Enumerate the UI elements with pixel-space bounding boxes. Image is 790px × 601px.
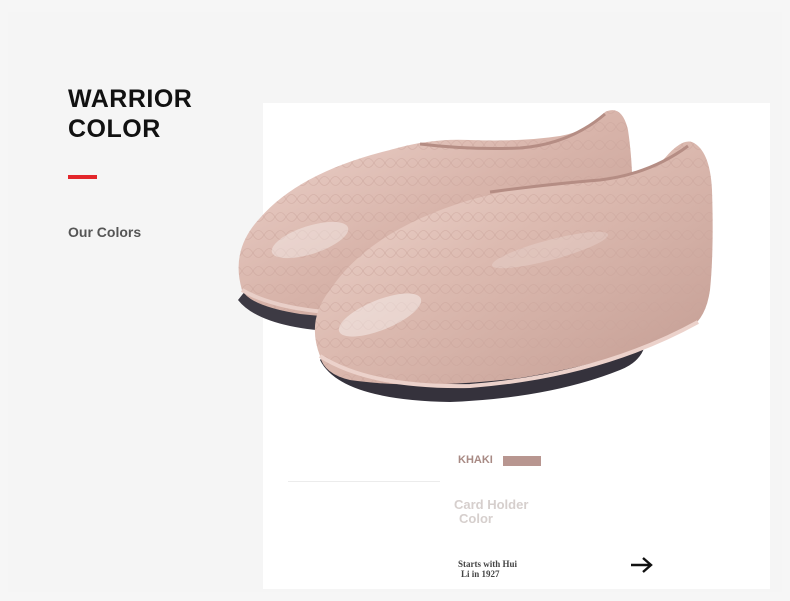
accent-divider [68, 175, 97, 179]
card-caption-line-1: Starts with Hui [458, 559, 518, 569]
card-heading-line-1: Card Holder [454, 497, 529, 512]
product-shoe-image [238, 110, 713, 402]
card-divider [288, 481, 440, 482]
card-heading: Card Holder Color [454, 498, 528, 526]
arrow-right-icon[interactable] [629, 556, 655, 574]
card-heading-line-2: Color [459, 511, 493, 526]
color-swatch[interactable] [503, 456, 541, 466]
card-caption: Starts with Hui Li in 1927 [458, 559, 517, 579]
title-line-2: COLOR [68, 115, 161, 143]
page-title: WARRIOR COLOR [68, 84, 192, 144]
color-name-label: KHAKI [458, 454, 493, 466]
card-caption-line-2: Li in 1927 [461, 569, 500, 579]
section-subtitle: Our Colors [68, 224, 142, 240]
title-line-1: WARRIOR [68, 85, 193, 113]
